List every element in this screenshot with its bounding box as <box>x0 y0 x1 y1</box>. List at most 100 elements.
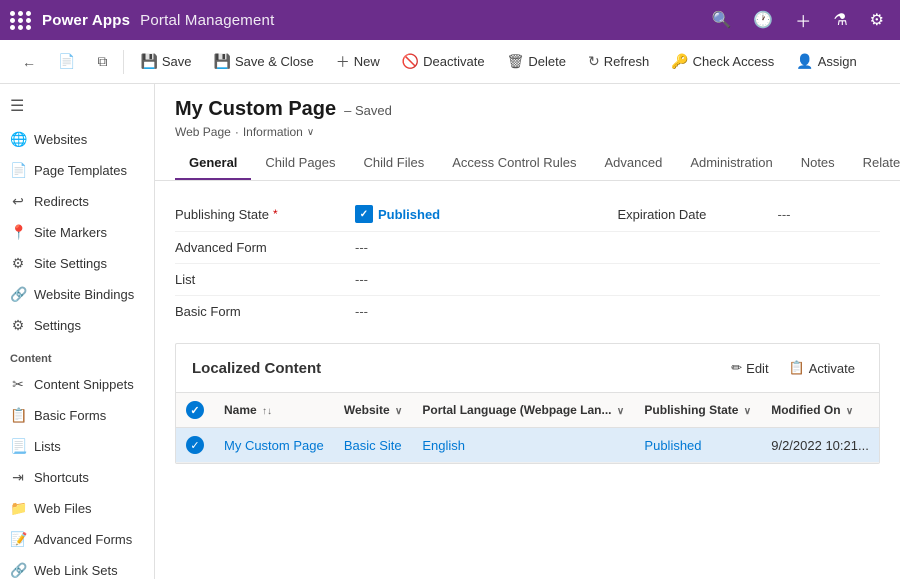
basic-forms-icon: 📋 <box>10 407 26 424</box>
row-portal-language-link[interactable]: English <box>422 438 465 453</box>
modified-sort-icon: ∨ <box>846 406 853 417</box>
sidebar-item-basic-forms[interactable]: 📋 Basic Forms <box>0 400 154 431</box>
page-view-button[interactable]: 📄 <box>48 48 85 75</box>
table-row: ✓ My Custom Page Basic Site English Publ <box>176 428 879 463</box>
deactivate-icon: 🚫 <box>402 53 419 70</box>
publishing-state-value[interactable]: ✓ Published <box>355 205 618 223</box>
row-publishing-state-cell: Published <box>634 428 761 463</box>
search-icon[interactable]: 🔍 <box>705 10 737 30</box>
sidebar-item-settings[interactable]: ⚙ Settings <box>0 310 154 341</box>
hamburger-button[interactable]: ☰ <box>0 88 154 124</box>
row-modified-on-value: 9/2/2022 10:21... <box>771 438 869 453</box>
portal-lang-sort-icon: ∨ <box>617 406 624 417</box>
sidebar-item-website-bindings[interactable]: 🔗 Website Bindings <box>0 279 154 310</box>
main-layout: ☰ 🌐 Websites 📄 Page Templates ↩ Redirect… <box>0 84 900 579</box>
tab-access-control-rules[interactable]: Access Control Rules <box>438 147 590 180</box>
col-name[interactable]: Name ↑↓ <box>214 393 334 428</box>
sidebar-item-site-markers[interactable]: 📍 Site Markers <box>0 217 154 248</box>
tab-notes[interactable]: Notes <box>787 147 849 180</box>
app-name: Power Apps <box>42 12 130 29</box>
sidebar-item-lists[interactable]: 📃 Lists <box>0 431 154 462</box>
back-icon: ← <box>22 54 36 70</box>
deactivate-button[interactable]: 🚫 Deactivate <box>392 48 495 75</box>
back-button[interactable]: ← <box>12 49 46 75</box>
web-files-icon: 📁 <box>10 500 26 517</box>
separator-1 <box>123 50 124 74</box>
view-dropdown-chevron[interactable]: ∨ <box>307 127 314 138</box>
publishing-state-label: Publishing State * <box>175 207 355 222</box>
page-saved-status: – Saved <box>344 103 392 118</box>
activate-button[interactable]: 📋 Activate <box>781 356 863 380</box>
delete-button[interactable]: 🗑 Delete <box>497 48 576 75</box>
header-checkbox[interactable]: ✓ <box>186 401 204 419</box>
row-modified-on-cell: 9/2/2022 10:21... <box>761 428 879 463</box>
col-publishing-state[interactable]: Publishing State ∨ <box>634 393 761 428</box>
sidebar-item-page-templates[interactable]: 📄 Page Templates <box>0 155 154 186</box>
localized-content-header: Localized Content ✏ Edit 📋 Activate <box>176 344 879 393</box>
assign-button[interactable]: 👤 Assign <box>786 48 866 75</box>
tab-child-pages[interactable]: Child Pages <box>251 147 349 180</box>
col-portal-language[interactable]: Portal Language (Webpage Lan... ∨ <box>412 393 634 428</box>
advanced-form-row: Advanced Form --- <box>175 232 880 264</box>
list-label: List <box>175 272 355 287</box>
form-body: Publishing State * ✓ Published Expiratio… <box>155 181 900 343</box>
sidebar-item-site-settings[interactable]: ⚙ Site Settings <box>0 248 154 279</box>
tab-advanced[interactable]: Advanced <box>591 147 677 180</box>
published-icon: ✓ <box>355 205 373 223</box>
row-checkbox[interactable]: ✓ <box>186 436 204 454</box>
shortcuts-icon: ⇥ <box>10 469 26 486</box>
row-portal-language-cell: English <box>412 428 634 463</box>
settings-nav-icon: ⚙ <box>10 317 26 334</box>
tab-general[interactable]: General <box>175 147 251 180</box>
new-button[interactable]: ＋ New <box>326 47 390 77</box>
popout-button[interactable]: ⧉ <box>87 48 117 75</box>
pub-state-sort-icon: ∨ <box>744 406 751 417</box>
row-checkbox-cell[interactable]: ✓ <box>176 428 214 463</box>
tab-related[interactable]: Related <box>849 147 900 180</box>
tab-child-files[interactable]: Child Files <box>350 147 439 180</box>
table-header-row: ✓ Name ↑↓ Website ∨ Portal Language (Web… <box>176 393 879 428</box>
page-subtitle: Web Page · Information ∨ <box>175 125 880 139</box>
row-website-cell: Basic Site <box>334 428 413 463</box>
filter-icon[interactable]: ⚗ <box>827 10 853 30</box>
save-close-button[interactable]: 💾 Save & Close <box>204 48 324 75</box>
websites-icon: 🌐 <box>10 131 26 148</box>
website-sort-icon: ∨ <box>395 406 402 417</box>
sidebar-item-websites[interactable]: 🌐 Websites <box>0 124 154 155</box>
plus-icon[interactable]: ＋ <box>789 8 817 32</box>
settings-icon[interactable]: ⚙ <box>864 10 890 30</box>
check-access-button[interactable]: 🔑 Check Access <box>661 48 784 75</box>
sidebar-item-shortcuts[interactable]: ⇥ Shortcuts <box>0 462 154 493</box>
new-icon: ＋ <box>336 52 350 72</box>
localized-content-section: Localized Content ✏ Edit 📋 Activate <box>175 343 880 464</box>
edit-button[interactable]: ✏ Edit <box>723 356 776 380</box>
delete-icon: 🗑 <box>507 53 525 70</box>
sidebar-item-web-files[interactable]: 📁 Web Files <box>0 493 154 524</box>
tab-administration[interactable]: Administration <box>676 147 786 180</box>
edit-icon: ✏ <box>731 360 742 376</box>
clock-icon[interactable]: 🕐 <box>747 10 779 30</box>
app-menu-button[interactable] <box>10 11 32 30</box>
sidebar-item-web-link-sets[interactable]: 🔗 Web Link Sets <box>0 555 154 579</box>
sidebar-item-redirects[interactable]: ↩ Redirects <box>0 186 154 217</box>
localized-toolbar: ✏ Edit 📋 Activate <box>723 356 863 380</box>
sidebar-item-advanced-forms[interactable]: 📝 Advanced Forms <box>0 524 154 555</box>
website-bindings-icon: 🔗 <box>10 286 26 303</box>
save-button[interactable]: 💾 Save <box>130 48 201 75</box>
row-name-link[interactable]: My Custom Page <box>224 438 324 453</box>
page-type[interactable]: Web Page <box>175 125 231 139</box>
content-snippets-icon: ✂ <box>10 376 26 393</box>
row-publishing-state-link[interactable]: Published <box>644 438 701 453</box>
page-icon: 📄 <box>58 53 75 70</box>
row-website-link[interactable]: Basic Site <box>344 438 402 453</box>
redirects-icon: ↩ <box>10 193 26 210</box>
page-templates-icon: 📄 <box>10 162 26 179</box>
col-modified-on[interactable]: Modified On ∨ <box>761 393 879 428</box>
col-website[interactable]: Website ∨ <box>334 393 413 428</box>
refresh-button[interactable]: ↻ Refresh <box>578 48 659 75</box>
sidebar-item-content-snippets[interactable]: ✂ Content Snippets <box>0 369 154 400</box>
site-markers-icon: 📍 <box>10 224 26 241</box>
check-access-icon: 🔑 <box>671 53 688 70</box>
content-area: My Custom Page – Saved Web Page · Inform… <box>155 84 900 579</box>
col-checkbox[interactable]: ✓ <box>176 393 214 428</box>
